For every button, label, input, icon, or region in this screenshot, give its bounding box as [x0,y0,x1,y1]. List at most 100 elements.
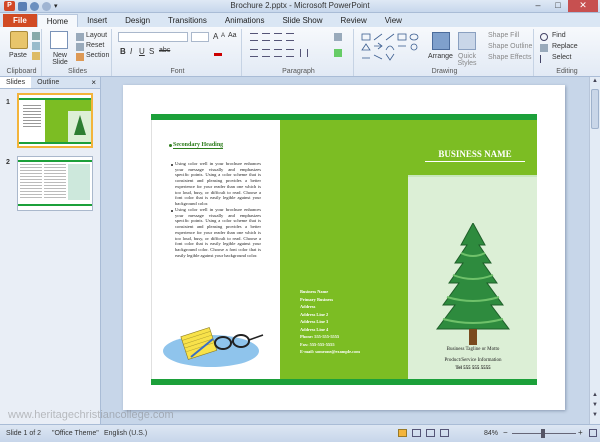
new-slide-button[interactable]: New Slide [46,52,74,66]
bold-button[interactable]: B [120,47,126,56]
panel-close-button[interactable]: × [91,77,96,88]
window-title: Brochure 2.pptx - Microsoft PowerPoint [230,1,370,10]
shrink-font-button[interactable]: A [221,33,225,39]
language-indicator[interactable]: English (U.S.) [104,430,147,437]
previous-slide-icon[interactable]: ▲ [590,392,600,398]
zoom-out-icon[interactable]: − [503,428,508,437]
tab-slides[interactable]: Slides [0,77,32,88]
clipboard-label: Clipboard [6,68,37,75]
replace-icon [540,44,548,52]
tab-animations[interactable]: Animations [216,14,274,27]
telephone-number[interactable]: Tel 555 555 5555 [413,366,533,371]
address-line-1: Address [300,304,316,309]
tab-transitions[interactable]: Transitions [159,14,216,27]
reading-view-icon[interactable] [426,429,435,437]
minimize-button[interactable]: – [528,0,548,12]
quick-styles-icon[interactable] [458,32,476,50]
select-button[interactable]: Select [552,54,571,61]
new-slide-icon[interactable] [50,31,68,49]
paragraph-label: Paragraph [282,68,315,75]
zoom-slider-thumb[interactable] [541,429,545,438]
font-color-icon[interactable] [214,48,222,56]
tab-review[interactable]: Review [331,14,375,27]
arrange-button[interactable]: Arrange [428,53,453,60]
tab-slide-show[interactable]: Slide Show [273,14,331,27]
clear-format-button[interactable]: Aa [228,32,237,39]
grow-font-button[interactable]: A [213,32,218,41]
shape-fill-button[interactable]: Shape Fill [488,32,519,39]
notebook-glasses-image[interactable] [161,321,273,371]
zoom-level[interactable]: 84% [484,430,498,437]
smartart-icon[interactable] [334,49,342,57]
slide-number-2: 2 [6,159,10,166]
bullet-dot-1 [171,164,173,166]
normal-view-icon[interactable] [398,429,407,437]
font-size-select[interactable] [191,32,209,42]
tab-insert[interactable]: Insert [78,14,116,27]
strikethrough-button[interactable]: abc [159,47,170,54]
font-name-select[interactable] [118,32,188,42]
bullets-icon[interactable] [250,33,258,41]
shape-outline-button[interactable]: Shape Outline [488,43,532,50]
vertical-scrollbar[interactable]: ▲ ▲ ▼ ▼ [589,77,600,424]
tab-file[interactable]: File [3,14,37,27]
find-button[interactable]: Find [552,32,566,39]
scroll-down-icon[interactable]: ▼ [590,412,600,418]
text-direction-icon[interactable] [334,33,342,41]
columns-icon[interactable] [300,49,308,57]
tab-design[interactable]: Design [116,14,159,27]
scroll-thumb[interactable] [591,89,599,129]
theme-name[interactable]: "Office Theme" [52,430,99,437]
justify-icon[interactable] [286,49,294,57]
slide-sorter-icon[interactable] [412,429,421,437]
align-right-icon[interactable] [274,49,282,57]
close-button[interactable]: ✕ [568,0,598,12]
fit-to-window-icon[interactable] [589,429,597,437]
decrease-indent-icon[interactable] [274,33,282,41]
scroll-up-icon[interactable]: ▲ [590,78,600,84]
slide-editing-area[interactable]: Secondary Heading Using color well in yo… [101,77,589,424]
paste-button[interactable]: Paste [9,52,27,59]
slides-group: New Slide Layout Reset Section Slides [44,29,112,76]
numbering-icon[interactable] [262,33,270,41]
slideshow-icon[interactable] [440,429,449,437]
cut-icon[interactable] [32,32,40,40]
address-block[interactable]: Business Name Primary Business Address A… [300,288,360,356]
shadow-button[interactable]: S [149,47,154,56]
increase-indent-icon[interactable] [286,33,294,41]
format-painter-icon[interactable] [32,52,40,60]
tab-outline[interactable]: Outline [31,77,65,88]
product-service-info[interactable]: Product/Service Information [413,358,533,363]
slide-thumbnail-2[interactable] [17,156,93,211]
editing-group: Find Replace Select Editing [536,29,598,76]
shape-effects-button[interactable]: Shape Effects [488,54,531,61]
secondary-heading[interactable]: Secondary Heading [173,142,224,149]
tab-view[interactable]: View [376,14,411,27]
arrange-icon[interactable] [432,32,450,50]
slide-canvas[interactable]: Secondary Heading Using color well in yo… [123,85,565,410]
slide-thumbnail-1[interactable] [17,93,93,148]
underline-button[interactable]: U [139,47,145,56]
business-name-title[interactable]: BUSINESS NAME [425,149,525,162]
quick-styles-button[interactable]: Quick Styles [453,53,481,67]
copy-icon[interactable] [32,42,40,50]
pine-tree-image[interactable] [433,223,513,353]
next-slide-icon[interactable]: ▼ [590,402,600,408]
body-paragraph-2[interactable]: Using color well in your brochure enhanc… [175,207,261,258]
slides-label: Slides [67,68,88,75]
align-center-icon[interactable] [262,49,270,57]
maximize-button[interactable]: □ [548,0,568,12]
tab-home[interactable]: Home [36,14,79,27]
align-left-icon[interactable] [250,49,258,57]
shapes-gallery-icon[interactable] [360,32,424,62]
slide-indicator: Slide 1 of 2 [6,430,42,437]
replace-button[interactable]: Replace [552,43,578,50]
zoom-in-icon[interactable]: + [578,428,583,437]
reset-button[interactable]: Reset [86,42,104,49]
layout-button[interactable]: Layout [86,32,107,39]
business-tagline[interactable]: Business Tagline or Motto [413,347,533,352]
paste-icon[interactable] [10,31,28,49]
body-paragraph-1[interactable]: Using color well in your brochure enhanc… [175,161,261,207]
section-button[interactable]: Section [86,52,109,59]
italic-button[interactable]: I [130,47,132,56]
